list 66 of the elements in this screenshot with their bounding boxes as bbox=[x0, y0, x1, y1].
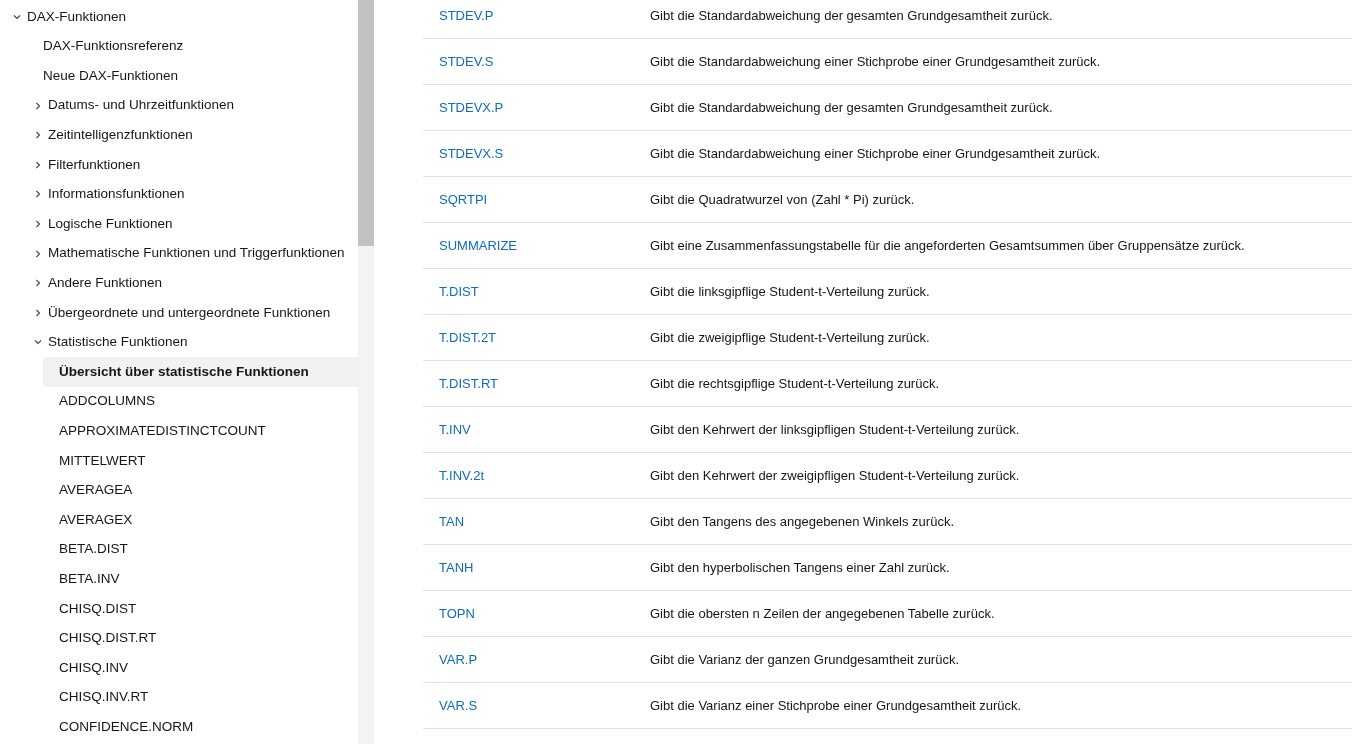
function-link[interactable]: VAR.S bbox=[423, 695, 650, 716]
chevron-right-icon bbox=[33, 248, 43, 259]
function-link[interactable]: T.DIST bbox=[423, 281, 650, 302]
tree-page-item[interactable]: AVERAGEA bbox=[59, 475, 358, 506]
tree-page-item[interactable]: CONFIDENCE.NORM bbox=[59, 712, 358, 742]
tree-page-item[interactable]: APPROXIMATEDISTINCTCOUNT bbox=[59, 416, 358, 446]
function-description: Gibt die Varianz der ganzen Grundgesamtheit zurück. bbox=[650, 650, 960, 669]
tree-page-item[interactable]: CHISQ.INV bbox=[59, 653, 358, 683]
tree-folder-item[interactable]: Andere Funktionen bbox=[0, 268, 358, 298]
chevron-right-icon bbox=[33, 218, 43, 229]
function-description: Gibt den Tangens des angegebenen Winkels zurück. bbox=[650, 512, 954, 531]
function-link[interactable]: SQRTPI bbox=[423, 189, 650, 210]
function-description: Gibt die linksgipflige Student-t-Verteilung zurück. bbox=[650, 282, 930, 301]
tree-page-item[interactable]: Neue DAX-Funktionen bbox=[43, 61, 358, 91]
tree-page-item[interactable]: ADDCOLUMNS bbox=[59, 386, 358, 417]
function-description: Gibt die obersten n Zeilen der angegebenen Tabelle zurück. bbox=[650, 604, 995, 623]
tree-folder-item[interactable]: Filterfunktionen bbox=[0, 149, 358, 180]
chevron-right-icon bbox=[33, 307, 43, 318]
function-link[interactable]: STDEVX.P bbox=[423, 97, 650, 118]
function-link[interactable]: STDEV.S bbox=[423, 51, 650, 72]
function-link[interactable]: SUMMARIZE bbox=[423, 235, 650, 256]
function-description: Gibt die rechtsgipflige Student-t-Verteilung zurück. bbox=[650, 374, 940, 393]
tree-page-item[interactable]: CHISQ.DIST bbox=[59, 593, 358, 624]
function-description: Gibt die Standardabweichung der gesamten Grundgesamtheit zurück. bbox=[650, 98, 1053, 117]
function-description: Gibt die Standardabweichung der gesamten Grundgesamtheit zurück. bbox=[650, 6, 1053, 25]
function-link[interactable]: VAR.P bbox=[423, 649, 650, 670]
function-link[interactable]: TANH bbox=[423, 557, 650, 578]
chevron-right-icon bbox=[33, 189, 43, 200]
chevron-right-icon bbox=[33, 100, 43, 111]
function-description: Gibt die Quadratwurzel von (Zahl * Pi) zurück. bbox=[650, 190, 915, 209]
tree-page-item[interactable]: Übersicht über statistische Funktionen bbox=[43, 357, 358, 387]
tree-page-item[interactable]: AVERAGEX bbox=[59, 505, 358, 535]
function-description: Gibt den hyperbolischen Tangens einer Zahl zurück. bbox=[650, 558, 950, 577]
tree-folder-item[interactable]: Zeitintelligenzfunktionen bbox=[0, 120, 358, 150]
chevron-right-icon bbox=[33, 130, 43, 141]
function-link[interactable]: TAN bbox=[423, 511, 650, 532]
function-description: Gibt den Kehrwert der zweigipfligen Student-t-Verteilung zurück. bbox=[650, 466, 1020, 485]
function-description: Gibt die Standardabweichung einer Stichprobe einer Grundgesamtheit zurück. bbox=[650, 144, 1101, 163]
tree-page-item[interactable]: BETA.DIST bbox=[59, 534, 358, 565]
function-link[interactable]: T.DIST.RT bbox=[423, 373, 650, 394]
tree-folder-item[interactable]: Informationsfunktionen bbox=[0, 179, 358, 210]
tree-page-item[interactable]: CHISQ.DIST.RT bbox=[59, 623, 358, 654]
function-description: Gibt die Varianz einer Stichprobe einer Grundgesamtheit zurück. bbox=[650, 696, 1022, 715]
tree-folder-item[interactable]: Logische Funktionen bbox=[0, 209, 358, 239]
function-description: Gibt die Standardabweichung einer Stichprobe einer Grundgesamtheit zurück. bbox=[650, 52, 1101, 71]
function-link[interactable]: T.INV.2t bbox=[423, 465, 650, 486]
function-link[interactable]: TOPN bbox=[423, 603, 650, 624]
tree-folder-item[interactable]: Übergeordnete und untergeordnete Funktionen bbox=[0, 297, 358, 328]
tree-page-item[interactable]: CHISQ.INV.RT bbox=[59, 682, 358, 713]
function-description: Gibt die zweigipflige Student-t-Verteilung zurück. bbox=[650, 328, 930, 347]
function-link[interactable]: T.INV bbox=[423, 419, 650, 440]
tree-page-item[interactable]: BETA.INV bbox=[59, 564, 358, 594]
function-description: Gibt eine Zusammenfassungstabelle für die angeforderten Gesamtsummen über Gruppensätze zurück. bbox=[650, 236, 1245, 255]
function-link[interactable]: STDEV.P bbox=[423, 5, 650, 26]
tree-folder-item[interactable]: Mathematische Funktionen und Triggerfunktionen bbox=[0, 238, 358, 269]
tree-folder-item[interactable]: Statistische Funktionen bbox=[0, 327, 358, 358]
chevron-right-icon bbox=[33, 278, 43, 289]
function-link[interactable]: T.DIST.2T bbox=[423, 327, 650, 348]
chevron-right-icon bbox=[33, 159, 43, 170]
scrollbar-thumb[interactable] bbox=[358, 0, 374, 246]
function-description: Gibt den Kehrwert der linksgipfligen Student-t-Verteilung zurück. bbox=[650, 420, 1020, 439]
tree-folder-item[interactable]: Datums- und Uhrzeitfunktionen bbox=[0, 90, 358, 121]
tree-page-item[interactable]: MITTELWERT bbox=[59, 445, 358, 476]
tree-page-item[interactable]: DAX-Funktionsreferenz bbox=[43, 31, 358, 62]
tree-folder-item[interactable]: DAX-Funktionen bbox=[0, 2, 358, 32]
function-link[interactable]: STDEVX.S bbox=[423, 143, 650, 164]
